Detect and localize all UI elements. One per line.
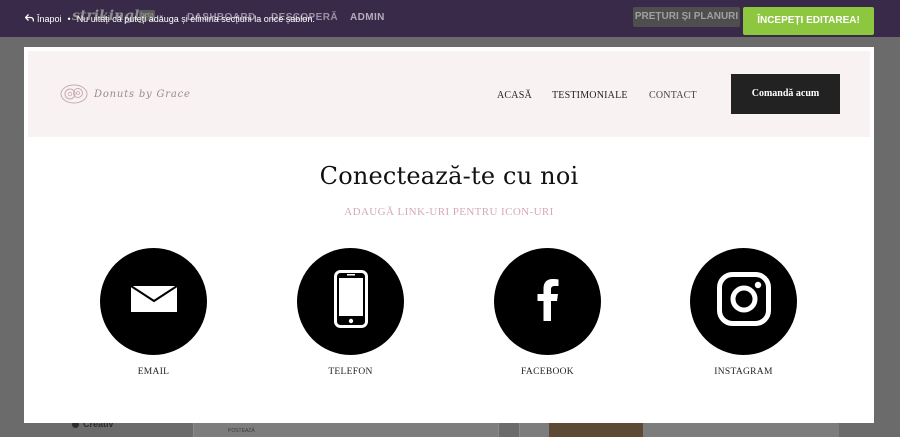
- section-title: Conectează-te cu noi: [319, 162, 579, 190]
- background-photo: [549, 422, 643, 437]
- site-logo[interactable]: Donuts by Grace: [60, 84, 191, 104]
- contact-item-phone: TELEFON: [297, 248, 404, 377]
- site-logo-text: Donuts by Grace: [94, 88, 191, 100]
- template-preview: Donuts by Grace ACASĂ TESTIMONIALE CONTA…: [24, 47, 874, 423]
- instagram-icon: [716, 272, 771, 331]
- pricing-button[interactable]: PREȚURI ȘI PLANURI: [633, 7, 740, 27]
- envelope-icon: [129, 285, 178, 317]
- separator: •: [67, 14, 71, 24]
- site-nav-testimonials[interactable]: TESTIMONIALE: [552, 90, 628, 101]
- order-now-button[interactable]: Comandă acum: [731, 74, 840, 114]
- section-subtitle: ADAUGĂ LINK-URI PENTRU ICON-URI: [344, 206, 554, 218]
- app-nav-admin[interactable]: ADMIN: [350, 12, 385, 23]
- phone-icon: [333, 270, 368, 333]
- instagram-link[interactable]: [690, 248, 797, 355]
- donut-logo-icon: [60, 84, 88, 104]
- template-notice: Nu uitați că puteți adăuga și elimina se…: [76, 14, 315, 24]
- site-header: Donuts by Grace ACASĂ TESTIMONIALE CONTA…: [28, 51, 870, 137]
- contact-item-facebook: FACEBOOK: [494, 248, 601, 377]
- contact-label-instagram: INSTAGRAM: [714, 367, 773, 377]
- back-arrow-icon: [24, 14, 35, 24]
- site-nav-home[interactable]: ACASĂ: [497, 90, 532, 101]
- back-label[interactable]: Înapoi: [37, 14, 62, 24]
- contact-label-phone: TELEFON: [328, 367, 373, 377]
- contact-label-facebook: FACEBOOK: [521, 367, 574, 377]
- background-panel-text: POSTEAZĂ: [228, 428, 255, 434]
- background-panel: POSTEAZĂ: [193, 422, 499, 437]
- contact-label-email: EMAIL: [137, 367, 170, 377]
- site-nav-contact[interactable]: CONTACT: [649, 90, 697, 101]
- phone-link[interactable]: [297, 248, 404, 355]
- back-link[interactable]: Înapoi • Nu uitați că puteți adăuga și eli…: [24, 14, 315, 24]
- start-editing-button[interactable]: ÎNCEPEȚI EDITAREA!: [743, 7, 874, 35]
- contact-item-email: EMAIL: [100, 248, 207, 377]
- contact-item-instagram: INSTAGRAM: [690, 248, 797, 377]
- facebook-icon: [537, 277, 559, 326]
- facebook-link[interactable]: [494, 248, 601, 355]
- email-link[interactable]: [100, 248, 207, 355]
